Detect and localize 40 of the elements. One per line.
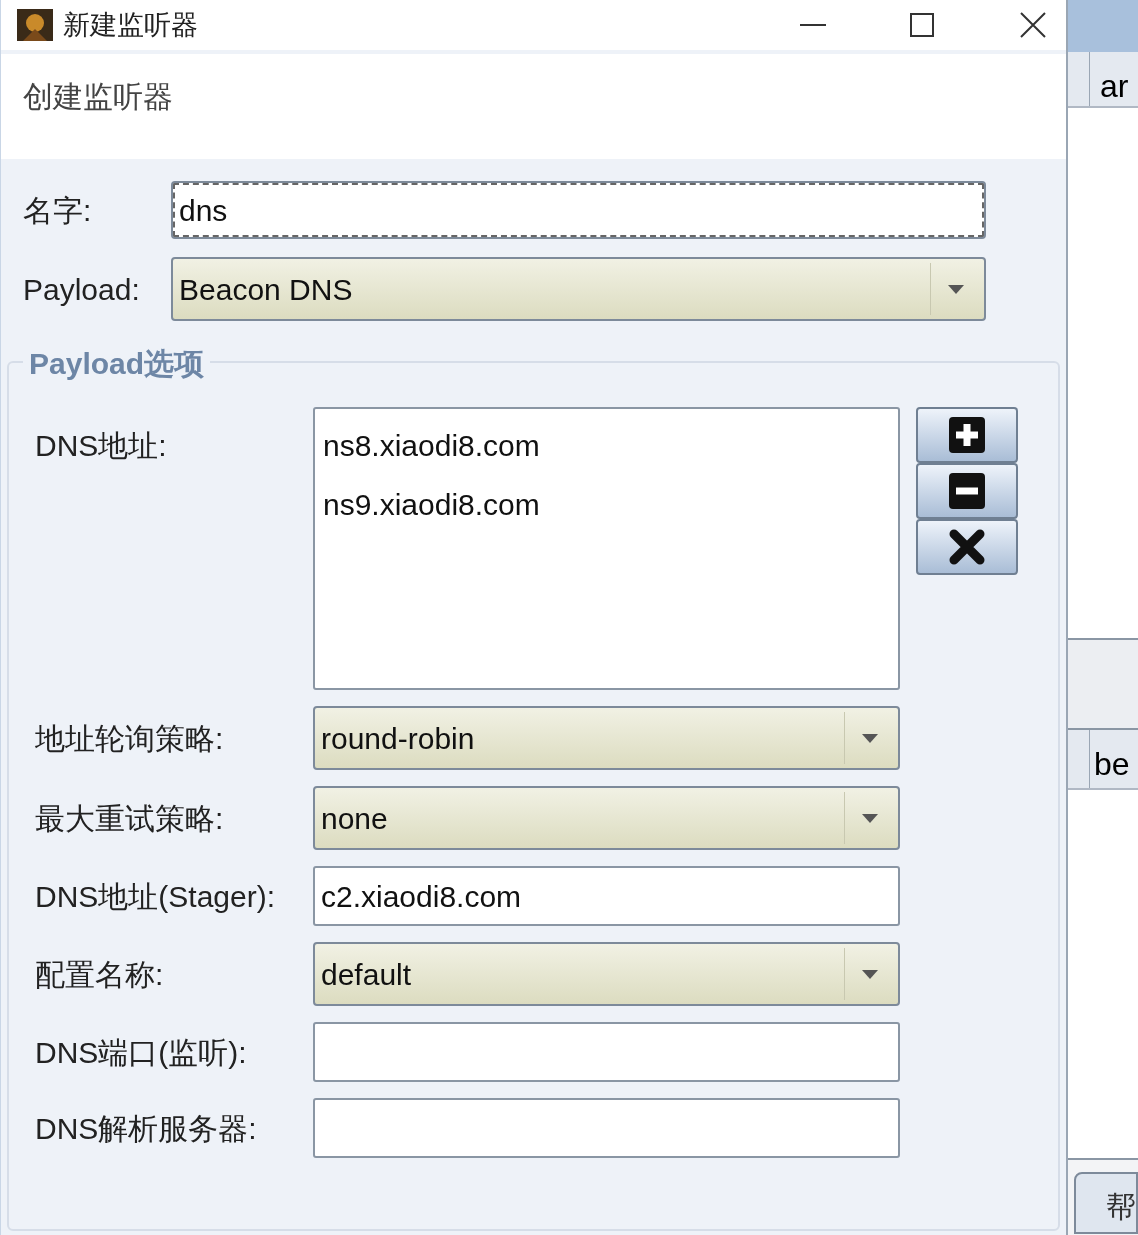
window-title: 新建监听器 xyxy=(63,8,198,42)
dropdown[interactable]: none xyxy=(313,786,900,850)
field-label: Payload: xyxy=(23,271,141,308)
column-header: be xyxy=(1093,745,1130,784)
minimize-icon[interactable] xyxy=(800,23,826,27)
field-label: DNS解析服务器: xyxy=(35,1110,258,1147)
host-list[interactable]: ns8.xiaodi8.com ns9.xiaodi8.com xyxy=(313,407,900,690)
toolbar-background xyxy=(1068,0,1138,52)
dropdown[interactable]: Beacon DNS xyxy=(171,257,986,321)
app-icon xyxy=(17,9,53,41)
close-icon[interactable] xyxy=(1020,12,1046,38)
clear-button[interactable] xyxy=(916,519,1018,575)
field-label: 地址轮询策略: xyxy=(35,720,225,757)
input-field[interactable] xyxy=(313,1022,900,1082)
input-field[interactable]: dns xyxy=(171,181,986,239)
caret-icon xyxy=(861,969,878,979)
list-item[interactable]: ns8.xiaodi8.com xyxy=(323,423,890,468)
input-field[interactable] xyxy=(313,1098,900,1158)
caret-icon xyxy=(947,284,964,294)
field-label: 配置名称: xyxy=(35,956,165,993)
caret-icon xyxy=(861,813,878,823)
help-button[interactable]: 帮 xyxy=(1074,1172,1138,1234)
list-item[interactable]: ns9.xiaodi8.com xyxy=(323,482,890,527)
field-label: 名字: xyxy=(23,192,93,229)
plus-icon xyxy=(949,417,985,453)
dialog-heading: 创建监听器 xyxy=(23,80,173,113)
field-label: DNS地址(Stager): xyxy=(35,878,277,915)
maximize-icon[interactable] xyxy=(910,13,934,37)
field-label: DNS地址: xyxy=(35,428,168,464)
caret-icon xyxy=(861,733,878,743)
add-button[interactable] xyxy=(916,407,1018,463)
column-header: ar xyxy=(1099,67,1129,106)
remove-button[interactable] xyxy=(916,463,1018,519)
field-label: 最大重试策略: xyxy=(35,800,225,837)
cross-icon xyxy=(949,529,985,565)
field-label: DNS端口(监听): xyxy=(35,1034,248,1071)
dropdown[interactable]: default xyxy=(313,942,900,1006)
minus-icon xyxy=(949,473,985,509)
input-field[interactable]: c2.xiaodi8.com xyxy=(313,866,900,926)
dropdown[interactable]: round-robin xyxy=(313,706,900,770)
